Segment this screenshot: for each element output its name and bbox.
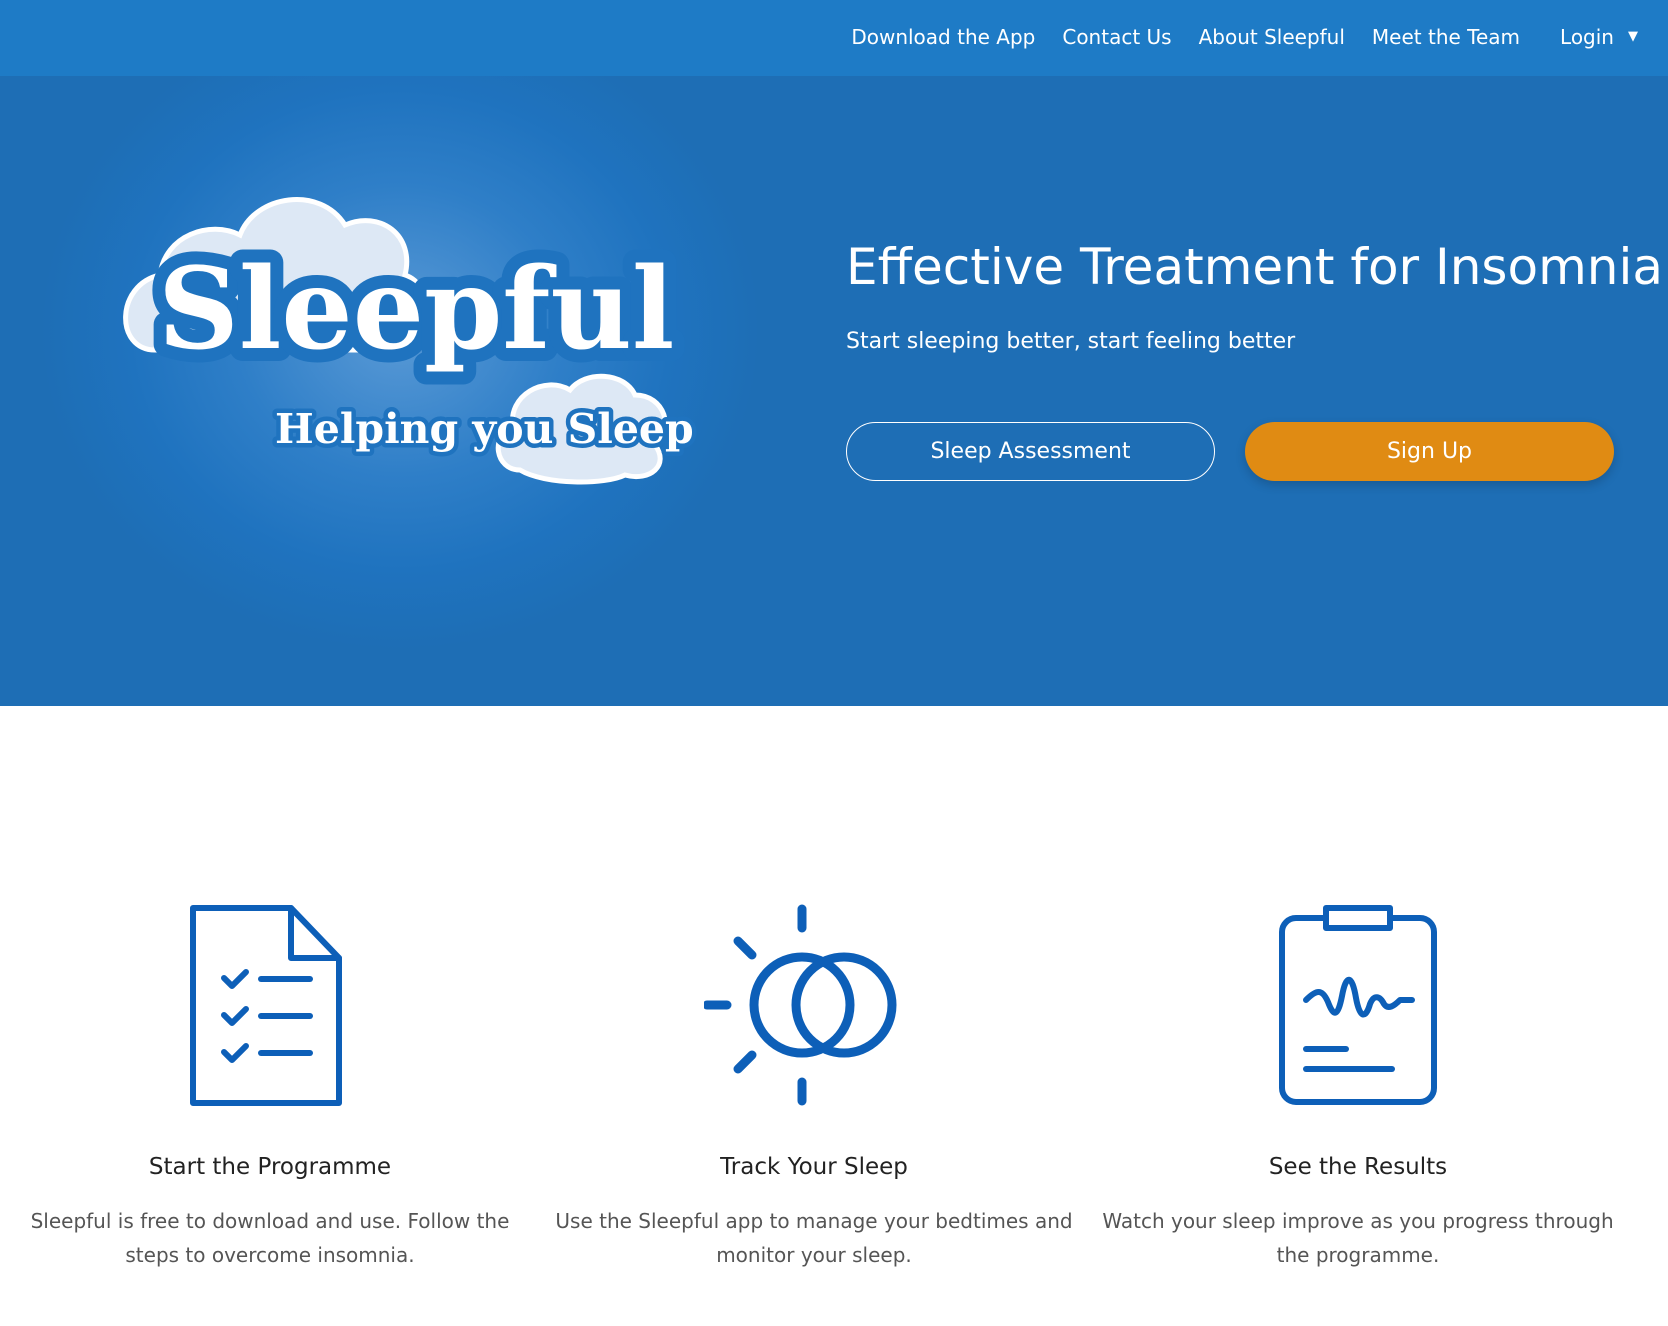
- logo-tagline: Helping you Sleep: [275, 405, 694, 453]
- feature-description: Use the Sleepful app to manage your bedt…: [555, 1209, 1073, 1267]
- checklist-document-icon: [190, 905, 342, 1106]
- clipboard-chart-icon: [1279, 905, 1437, 1105]
- feature-description: Watch your sleep improve as you progress…: [1102, 1209, 1614, 1267]
- main-nav: Download the App Contact Us About Sleepf…: [824, 22, 1638, 52]
- hero-subline: Start sleeping better, start feeling bet…: [846, 329, 1296, 354]
- login-dropdown[interactable]: Login ▼: [1560, 22, 1638, 52]
- sign-up-button[interactable]: Sign Up: [1245, 422, 1614, 481]
- login-label: Login: [1560, 25, 1614, 49]
- sleep-assessment-label: Sleep Assessment: [930, 439, 1131, 464]
- feature-start-programme: Start the Programme Sleepful is free to …: [0, 900, 540, 1272]
- nav-about-sleepful[interactable]: About Sleepful: [1199, 22, 1345, 52]
- logo-wordmark: Sleepful Helping you Sleep: [145, 231, 698, 458]
- top-navigation-bar: Download the App Contact Us About Sleepf…: [0, 0, 1668, 76]
- feature-title: Start the Programme: [148, 1154, 392, 1180]
- sleep-assessment-button[interactable]: Sleep Assessment: [846, 422, 1215, 481]
- feature-description: Sleepful is free to download and use. Fo…: [30, 1209, 510, 1267]
- hero-section: Download the App Contact Us About Sleepf…: [0, 0, 1668, 706]
- feature-see-results: See the Results Watch your sleep improve…: [1088, 900, 1628, 1272]
- hero-headline: Effective Treatment for Insomnia: [846, 238, 1663, 296]
- nav-download-app[interactable]: Download the App: [851, 22, 1035, 52]
- feature-track-sleep: Track Your Sleep Use the Sleepful app to…: [544, 900, 1084, 1272]
- nav-contact-us[interactable]: Contact Us: [1062, 22, 1171, 52]
- feature-title: Track Your Sleep: [720, 1154, 908, 1180]
- feature-title: See the Results: [1268, 1154, 1448, 1180]
- sun-moon-icon: [704, 904, 897, 1106]
- sleepful-logo[interactable]: Sleepful Helping you Sleep: [115, 190, 715, 510]
- logo-title: Sleepful: [158, 244, 674, 375]
- sign-up-label: Sign Up: [1386, 439, 1473, 464]
- caret-down-icon: ▼: [1628, 29, 1638, 44]
- nav-meet-the-team[interactable]: Meet the Team: [1372, 22, 1520, 52]
